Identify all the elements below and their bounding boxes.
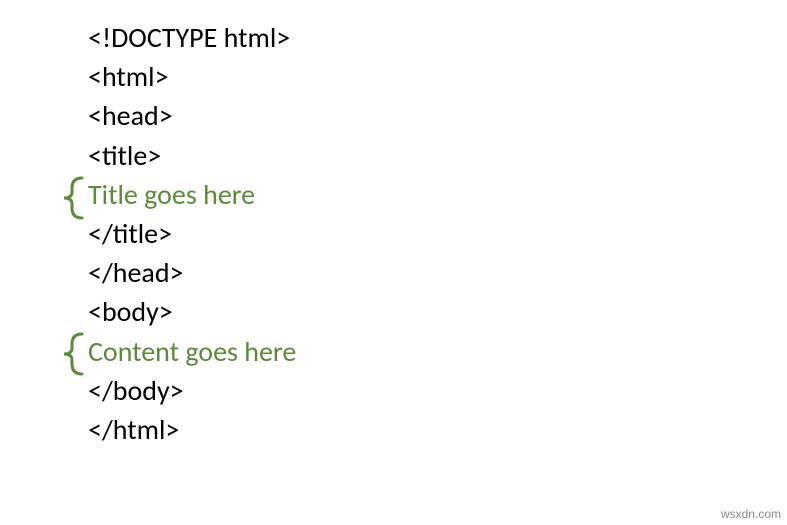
watermark: wsxdn.com <box>721 507 781 521</box>
code-line-html-open: <html> <box>88 57 296 96</box>
code-line-body-close: </body> <box>88 371 296 410</box>
code-line-html-close: </html> <box>88 410 296 449</box>
code-line-head-open: <head> <box>88 96 296 135</box>
code-line-content-placeholder: Content goes here <box>88 332 296 371</box>
code-line-title-open: <title> <box>88 136 296 175</box>
code-line-head-close: </head> <box>88 253 296 292</box>
code-line-doctype: <!DOCTYPE html> <box>88 18 296 57</box>
code-line-title-placeholder: Title goes here <box>88 175 296 214</box>
html-code-example: <!DOCTYPE html> <html> <head> <title> Ti… <box>88 18 296 449</box>
title-bracket-icon <box>60 176 84 220</box>
code-line-body-open: <body> <box>88 292 296 331</box>
code-line-title-close: </title> <box>88 214 296 253</box>
content-bracket-icon <box>60 332 84 376</box>
